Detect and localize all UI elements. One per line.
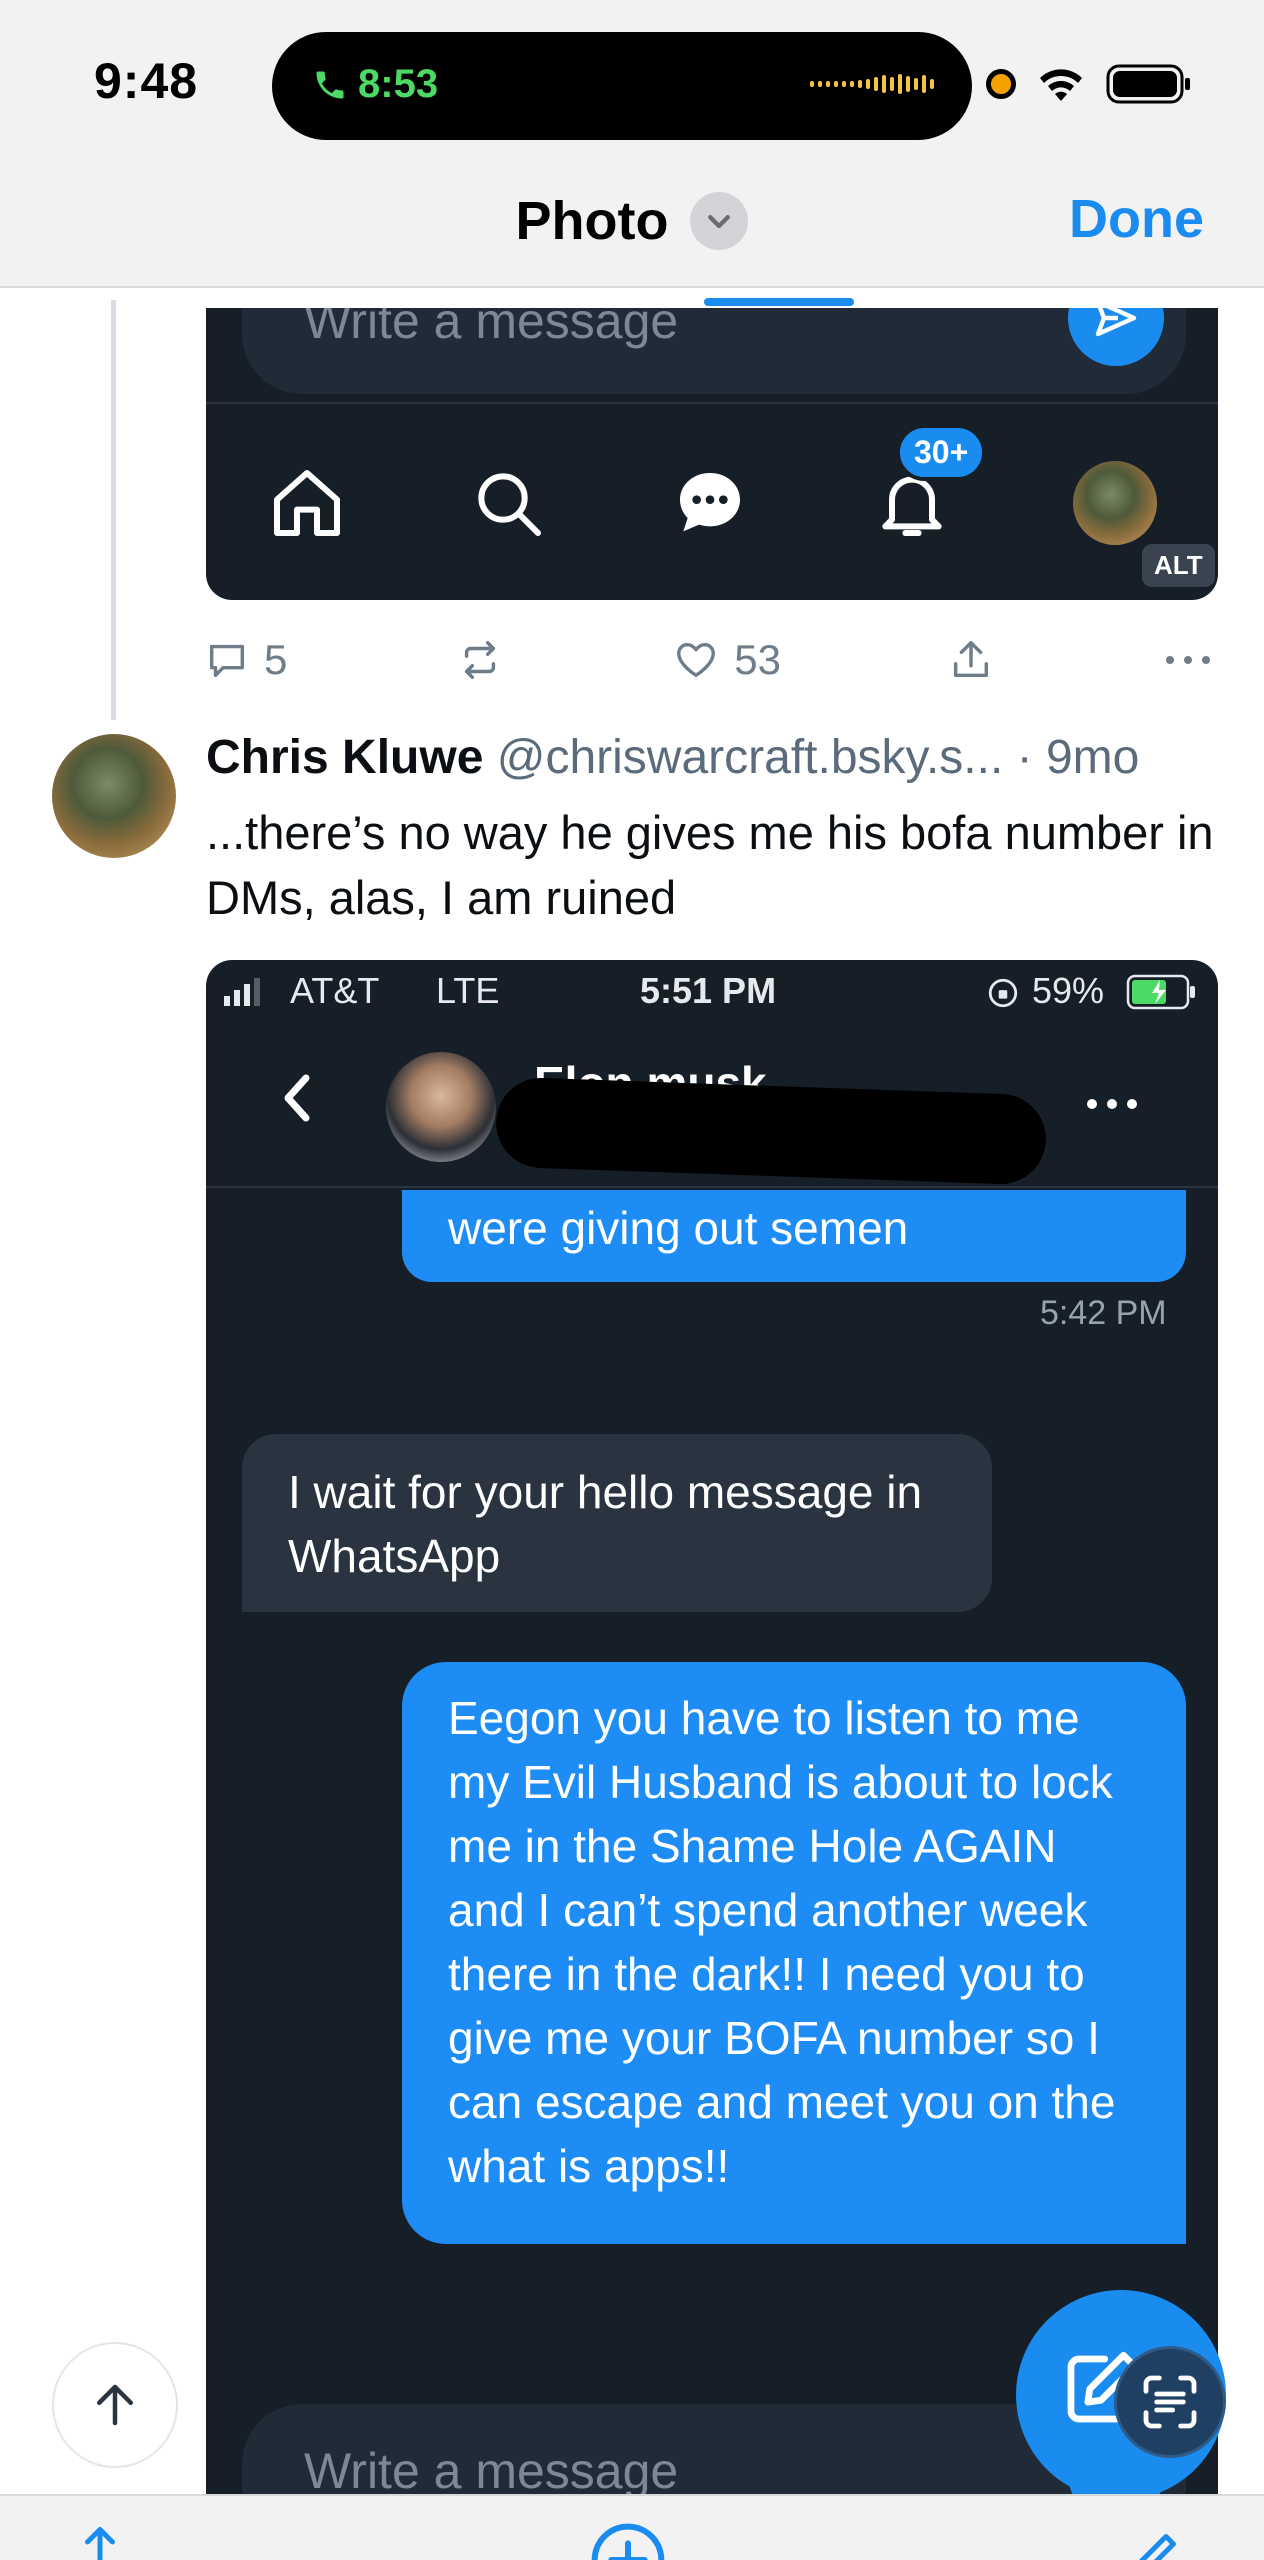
network-type: LTE: [436, 970, 500, 1011]
chat-icon: [679, 473, 740, 532]
notification-badge: 30+: [896, 424, 987, 481]
live-text-icon: [1143, 2375, 1197, 2429]
chevron-down-icon[interactable]: [690, 192, 749, 250]
home-icon: [273, 470, 340, 536]
phone-icon: [316, 71, 344, 98]
battery-percent: 59%: [1032, 970, 1105, 1011]
avatar: [1073, 461, 1158, 545]
arrow-up-icon: [97, 2384, 133, 2426]
post-image-1[interactable]: Write a message 30+ ALT: [206, 308, 1218, 600]
message-text: Eegon you have to listen to me my Evil H…: [448, 1692, 1116, 2192]
status-indicators: [986, 64, 1192, 104]
message-text: were giving out semen: [448, 1202, 909, 1254]
thread-connector-line: [111, 300, 116, 720]
reply-icon: [209, 644, 245, 678]
like-count: 53: [734, 636, 782, 683]
call-time-text: 8:53: [358, 62, 439, 106]
scroll-to-top-button[interactable]: [52, 2342, 178, 2468]
message-text: I wait for your hello message in WhatsAp…: [288, 1466, 923, 1582]
carrier: AT&T: [290, 970, 380, 1011]
share-icon: [954, 641, 989, 678]
message-bubble-incoming-1: I wait for your hello message in WhatsAp…: [242, 1434, 992, 1612]
message-bubble-outgoing-1: were giving out semen: [402, 1190, 1186, 1282]
battery-icon: [1106, 64, 1190, 104]
dm-status-bar: AT&T LTE 5:51 PM 59%: [206, 960, 1218, 1026]
mic-in-use-icon: [986, 69, 1016, 99]
dynamic-island[interactable]: 8:53: [272, 32, 972, 140]
alt-text-button[interactable]: ALT: [1142, 544, 1215, 587]
call-indicator[interactable]: 8:53: [312, 62, 438, 107]
repost-button[interactable]: [455, 637, 505, 683]
post-text: ...there’s no way he gives me his bofa n…: [206, 806, 1214, 924]
charging-battery-icon: [1126, 974, 1195, 1010]
more-icon: [1165, 656, 1210, 664]
search-icon: [478, 473, 542, 536]
share-icon[interactable]: [70, 2522, 130, 2560]
audio-waveform-icon: [810, 74, 934, 94]
post-actions: 5 53: [204, 630, 1214, 690]
author-name[interactable]: Chris Kluwe: [206, 731, 483, 784]
heart-icon: [677, 642, 716, 678]
dm-message-placeholder: Write a message: [304, 2443, 679, 2499]
markup-icon[interactable]: [1126, 2524, 1186, 2560]
send-button: [1068, 308, 1164, 366]
rotation-lock-icon: [988, 978, 1018, 1008]
message-placeholder: Write a message: [304, 308, 679, 349]
share-button[interactable]: [948, 637, 994, 683]
live-text-button[interactable]: [1114, 2346, 1226, 2458]
back-chevron-icon: [284, 1074, 310, 1122]
message-bubble-outgoing-2: Eegon you have to listen to me my Evil H…: [402, 1662, 1186, 2244]
dm-time: 5:51 PM: [640, 970, 777, 1011]
like-button[interactable]: 53: [672, 636, 781, 684]
wifi-icon: [1040, 69, 1082, 101]
redaction-mark: [494, 1076, 1048, 1186]
dm-more-icon: [1087, 1099, 1137, 1109]
add-circle-icon[interactable]: [588, 2520, 668, 2560]
signal-bars-icon: [224, 978, 260, 1006]
post-age: · 9mo: [1016, 731, 1140, 784]
send-icon: [1095, 308, 1137, 337]
app-tab-bar: [206, 448, 1218, 558]
message-timestamp: 5:42 PM: [1040, 1294, 1167, 1332]
post-header: Chris Kluwe @chriswarcraft.bsky.s... · 9…: [206, 730, 1139, 785]
sheet-title: Photo: [515, 191, 669, 251]
photo-toolbar: [0, 2494, 1264, 2560]
status-bar: 9:48 8:53: [0, 0, 1264, 160]
status-time: 9:48: [94, 53, 199, 109]
chat-header-divider: [206, 1186, 1218, 1188]
message-input-pill: Write a message: [242, 308, 1186, 394]
contact-avatar: [386, 1052, 496, 1162]
post-image-2[interactable]: AT&T LTE 5:51 PM 59% Elon musk were givi…: [206, 960, 1218, 2500]
more-options-button[interactable]: [1162, 650, 1214, 670]
done-button[interactable]: Done: [1069, 188, 1204, 250]
repost-icon: [464, 641, 495, 679]
photo-sheet-header: Photo Done: [0, 160, 1264, 288]
reply-count: 5: [264, 636, 288, 683]
author-avatar[interactable]: [52, 734, 176, 858]
screen: 9:48 8:53 Photo Done Write a message 30+…: [0, 0, 1264, 2560]
scroll-indicator: [704, 298, 854, 306]
author-handle[interactable]: @chriswarcraft.bsky.s...: [497, 731, 1004, 784]
reply-button[interactable]: 5: [204, 636, 287, 684]
tab-bar-divider: [206, 402, 1218, 404]
